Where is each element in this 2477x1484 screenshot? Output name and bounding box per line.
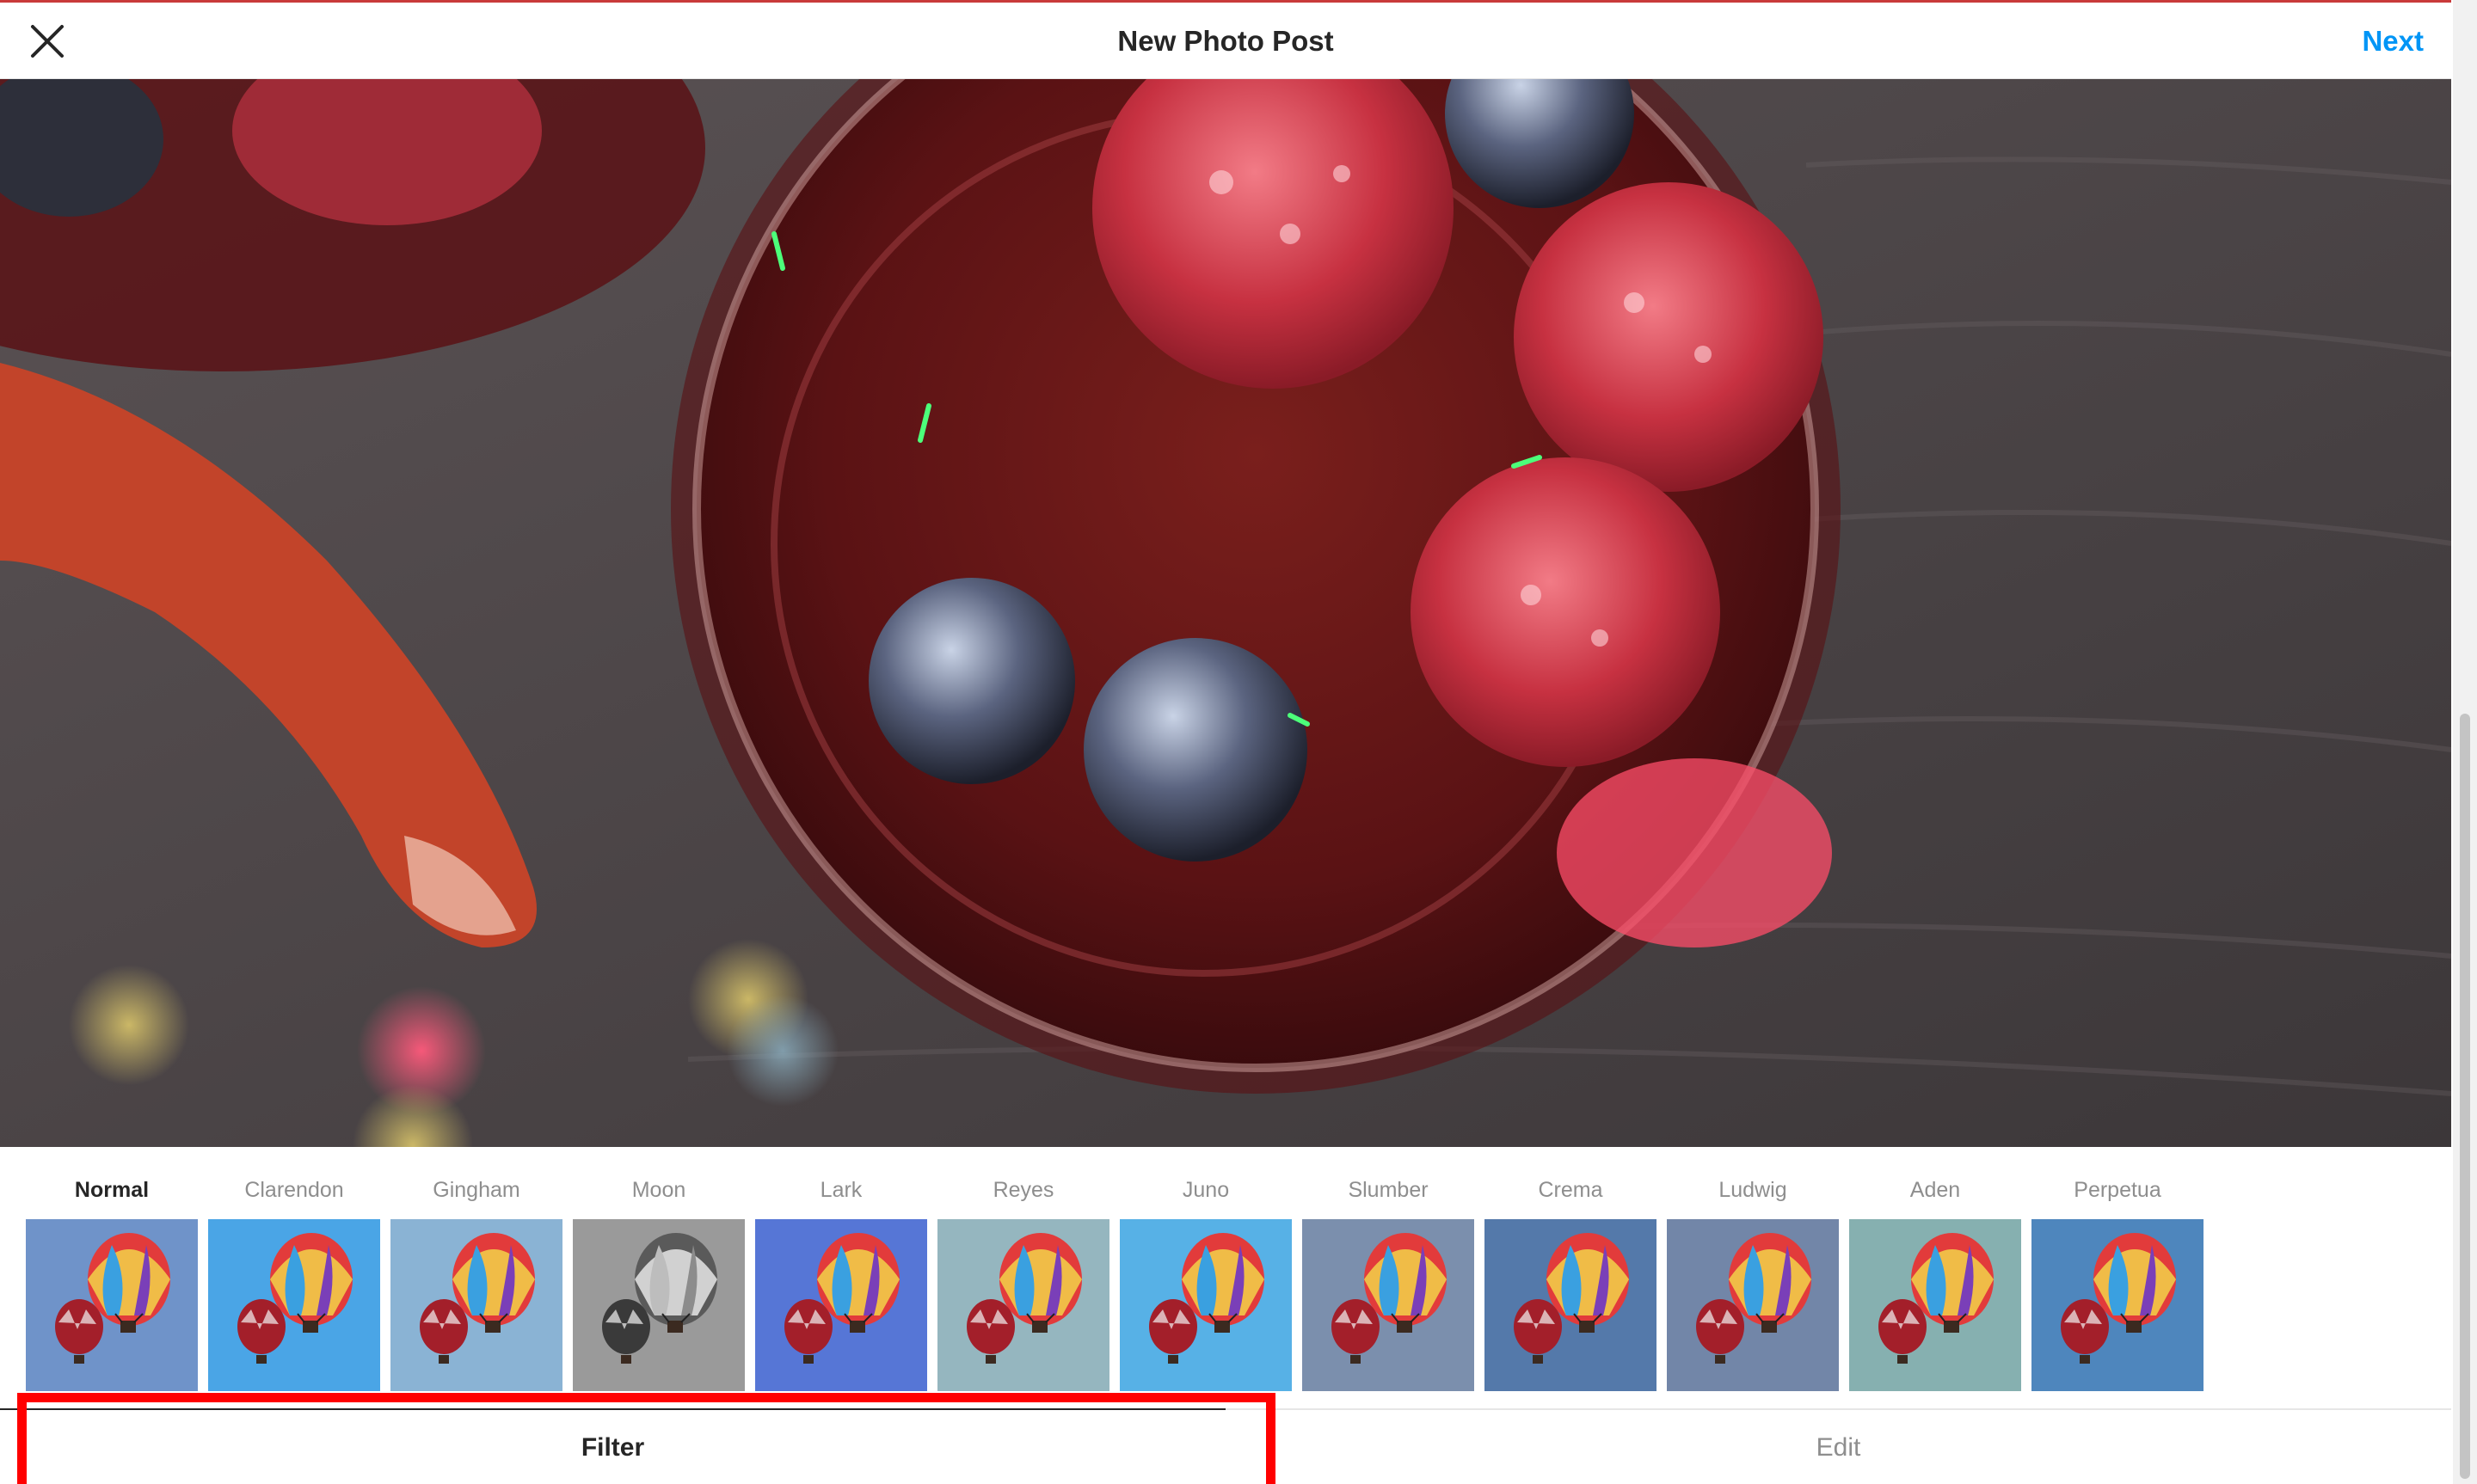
header: New Photo Post Next <box>0 3 2451 80</box>
filter-normal[interactable]: Normal <box>26 1171 198 1395</box>
filter-thumbnail[interactable] <box>1302 1219 1474 1391</box>
tab-filter[interactable]: Filter <box>0 1410 1226 1484</box>
photo-preview-image <box>0 79 2451 1147</box>
hot-air-balloon-image <box>755 1219 927 1391</box>
page-title: New Photo Post <box>1117 25 1334 57</box>
filter-thumbnail[interactable] <box>26 1219 198 1391</box>
filter-perpetua[interactable]: Perpetua <box>2031 1171 2203 1395</box>
hot-air-balloon-image <box>1849 1219 2021 1391</box>
photo-preview <box>0 79 2451 1147</box>
filter-juno[interactable]: Juno <box>1120 1171 1292 1395</box>
filter-crema[interactable]: Crema <box>1484 1171 1656 1395</box>
hot-air-balloon-image <box>2031 1219 2203 1391</box>
filter-thumbnail[interactable] <box>573 1219 745 1391</box>
new-photo-post-dialog: New Photo Post Next Normal Clarendon Gin… <box>0 0 2477 1484</box>
filter-label: Perpetua <box>2074 1178 2161 1202</box>
hot-air-balloon-image <box>1667 1219 1839 1391</box>
filter-label: Slumber <box>1348 1178 1429 1202</box>
hot-air-balloon-image <box>208 1219 380 1391</box>
next-button[interactable]: Next <box>2362 25 2424 58</box>
filter-moon[interactable]: Moon <box>573 1171 745 1395</box>
hot-air-balloon-image <box>390 1219 562 1391</box>
hot-air-balloon-image <box>1302 1219 1474 1391</box>
filter-thumbnail[interactable] <box>1849 1219 2021 1391</box>
filter-gingham[interactable]: Gingham <box>390 1171 562 1395</box>
hot-air-balloon-image <box>573 1219 745 1391</box>
filter-strip: Normal Clarendon Gingham Moon Lark Reyes Juno S… <box>26 1171 2451 1395</box>
filter-thumbnail[interactable] <box>755 1219 927 1391</box>
filter-label: Lark <box>820 1178 863 1202</box>
filter-clarendon[interactable]: Clarendon <box>208 1171 380 1395</box>
scrollbar[interactable] <box>2453 0 2477 1484</box>
hot-air-balloon-image <box>26 1219 198 1391</box>
filter-thumbnail[interactable] <box>390 1219 562 1391</box>
filter-label: Gingham <box>433 1178 520 1202</box>
tab-bar: Filter Edit <box>0 1408 2451 1484</box>
filter-label: Normal <box>74 1178 150 1202</box>
filter-reyes[interactable]: Reyes <box>937 1171 1109 1395</box>
filter-thumbnail[interactable] <box>2031 1219 2203 1391</box>
hot-air-balloon-image <box>1120 1219 1292 1391</box>
hot-air-balloon-image <box>1484 1219 1656 1391</box>
scrollbar-thumb[interactable] <box>2460 714 2470 1479</box>
filter-aden[interactable]: Aden <box>1849 1171 2021 1395</box>
filter-label: Moon <box>631 1178 686 1202</box>
filter-label: Ludwig <box>1718 1178 1787 1202</box>
filter-label: Clarendon <box>244 1178 344 1202</box>
filter-slumber[interactable]: Slumber <box>1302 1171 1474 1395</box>
filter-ludwig[interactable]: Ludwig <box>1667 1171 1839 1395</box>
filter-label: Reyes <box>993 1178 1054 1202</box>
hot-air-balloon-image <box>937 1219 1109 1391</box>
filter-thumbnail[interactable] <box>1667 1219 1839 1391</box>
filter-thumbnail[interactable] <box>208 1219 380 1391</box>
filter-label: Aden <box>1909 1178 1961 1202</box>
filter-thumbnail[interactable] <box>1120 1219 1292 1391</box>
filter-label: Crema <box>1538 1178 1603 1202</box>
filter-lark[interactable]: Lark <box>755 1171 927 1395</box>
filter-label: Juno <box>1182 1178 1230 1202</box>
filter-thumbnail[interactable] <box>1484 1219 1656 1391</box>
tab-edit[interactable]: Edit <box>1226 1410 2451 1484</box>
filter-thumbnail[interactable] <box>937 1219 1109 1391</box>
